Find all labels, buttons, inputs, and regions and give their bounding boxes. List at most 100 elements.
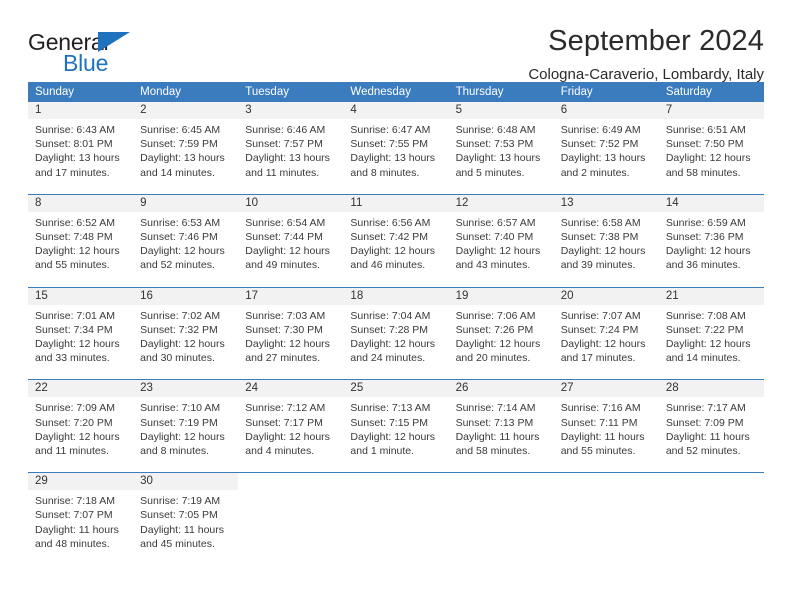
calendar-day-cell[interactable]: 21 Sunrise: 7:08 AM Sunset: 7:22 PM Dayligh… — [658, 287, 764, 374]
calendar-day-cell[interactable]: 28 Sunrise: 7:17 AM Sunset: 7:09 PM Dayligh… — [658, 380, 764, 467]
sunset-time: Sunset: 7:38 PM — [560, 231, 639, 244]
calendar-day-cell[interactable]: 10 Sunrise: 6:54 AM Sunset: 7:44 PM Dayligh… — [238, 194, 344, 281]
calendar-day-cell[interactable]: 30 Sunrise: 7:19 AM Sunset: 7:05 PM Dayligh… — [133, 473, 239, 560]
daylight-duration-line2: and 55 minutes. — [560, 445, 636, 458]
calendar-day-cell[interactable]: 24 Sunrise: 7:12 AM Sunset: 7:17 PM Dayligh… — [238, 380, 344, 467]
sunrise-time: Sunrise: 7:02 AM — [140, 309, 221, 322]
day-details: Sunrise: 7:19 AM Sunset: 7:05 PM Daylight:… — [133, 490, 238, 559]
daylight-duration-line2: and 43 minutes. — [455, 259, 531, 272]
day-number: 14 — [658, 194, 764, 212]
calendar-day-cell[interactable]: 9 Sunrise: 6:53 AM Sunset: 7:46 PM Daylight… — [133, 194, 239, 281]
daylight-duration-line2: and 58 minutes. — [455, 445, 531, 458]
calendar-day-cell[interactable]: 8 Sunrise: 6:52 AM Sunset: 7:48 PM Daylight… — [28, 194, 134, 281]
day-details: Sunrise: 7:07 AM Sunset: 7:24 PM Daylight:… — [554, 305, 659, 374]
daylight-duration-line1: Daylight: 12 hours — [245, 245, 330, 258]
calendar-day-cell[interactable]: 12 Sunrise: 6:57 AM Sunset: 7:40 PM Dayligh… — [448, 194, 554, 281]
day-number: 25 — [343, 380, 449, 398]
day-details: Sunrise: 7:18 AM Sunset: 7:07 PM Daylight:… — [28, 490, 133, 559]
sunrise-time: Sunrise: 6:45 AM — [140, 124, 221, 136]
daylight-duration-line1: Daylight: 12 hours — [665, 338, 751, 351]
calendar-day-cell[interactable]: 2 Sunrise: 6:45 AM Sunset: 7:59 PM Daylight… — [133, 102, 239, 188]
blue-triangle-flag-icon — [98, 32, 130, 52]
day-number: 2 — [133, 102, 239, 119]
sunset-time: Sunset: 7:28 PM — [350, 323, 429, 336]
calendar-day-cell[interactable]: 5 Sunrise: 6:48 AM Sunset: 7:53 PM Daylight… — [448, 102, 554, 188]
calendar-day-cell[interactable]: 13 Sunrise: 6:58 AM Sunset: 7:38 PM Dayligh… — [553, 194, 659, 281]
calendar-day-cell[interactable]: 20 Sunrise: 7:07 AM Sunset: 7:24 PM Dayligh… — [553, 287, 659, 374]
calendar-day-cell[interactable]: 4 Sunrise: 6:47 AM Sunset: 7:55 PM Daylight… — [343, 102, 449, 188]
day-details: Sunrise: 7:12 AM Sunset: 7:17 PM Daylight:… — [238, 397, 343, 466]
calendar-day-cell[interactable]: 1 Sunrise: 6:43 AM Sunset: 8:01 PM Daylight… — [28, 102, 134, 188]
daylight-duration-line2: and 58 minutes. — [665, 166, 741, 179]
day-details: Sunrise: 7:14 AM Sunset: 7:13 PM Daylight:… — [449, 397, 554, 466]
daylight-duration-line1: Daylight: 11 hours — [140, 523, 224, 536]
calendar-day-cell[interactable]: 3 Sunrise: 6:46 AM Sunset: 7:57 PM Daylight… — [238, 102, 344, 188]
sunset-time: Sunset: 7:59 PM — [140, 138, 218, 151]
day-details: Sunrise: 7:04 AM Sunset: 7:28 PM Daylight:… — [343, 305, 448, 374]
day-number: 1 — [28, 102, 134, 119]
daylight-duration-line1: Daylight: 12 hours — [665, 152, 751, 165]
calendar-day-cell[interactable]: 29 Sunrise: 7:18 AM Sunset: 7:07 PM Dayligh… — [28, 473, 134, 560]
calendar-day-cell[interactable]: 19 Sunrise: 7:06 AM Sunset: 7:26 PM Dayligh… — [448, 287, 554, 374]
calendar-day-cell[interactable]: 14 Sunrise: 6:59 AM Sunset: 7:36 PM Dayligh… — [658, 194, 764, 281]
day-number — [553, 473, 659, 491]
day-details: Sunrise: 6:59 AM Sunset: 7:36 PM Daylight:… — [659, 212, 764, 281]
calendar-day-cell[interactable]: 27 Sunrise: 7:16 AM Sunset: 7:11 PM Dayligh… — [553, 380, 659, 467]
daylight-duration-line2: and 36 minutes. — [665, 259, 741, 272]
day-details — [449, 490, 554, 548]
calendar-day-cell[interactable]: 7 Sunrise: 6:51 AM Sunset: 7:50 PM Daylight… — [658, 102, 764, 188]
calendar-day-cell[interactable]: 6 Sunrise: 6:49 AM Sunset: 7:52 PM Daylight… — [553, 102, 659, 188]
daylight-duration-line1: Daylight: 12 hours — [665, 245, 751, 258]
sunrise-time: Sunrise: 7:17 AM — [665, 402, 746, 415]
day-details: Sunrise: 6:49 AM Sunset: 7:52 PM Daylight:… — [554, 119, 659, 188]
daylight-duration-line2: and 55 minutes. — [35, 259, 110, 272]
sunset-time: Sunset: 7:15 PM — [350, 416, 429, 429]
weekday-header-sunday: Sunday — [35, 86, 75, 98]
sunrise-time: Sunrise: 6:47 AM — [350, 124, 431, 136]
day-number: 20 — [553, 287, 659, 305]
daylight-duration-line1: Daylight: 12 hours — [140, 338, 225, 351]
day-details — [343, 490, 448, 548]
calendar-page: General Blue September 2024 Cologna-Cara… — [0, 0, 792, 612]
calendar-day-cell[interactable]: 16 Sunrise: 7:02 AM Sunset: 7:32 PM Dayligh… — [133, 287, 239, 374]
sunrise-time: Sunrise: 6:52 AM — [35, 216, 115, 229]
sunset-time: Sunset: 7:05 PM — [140, 509, 218, 522]
sunrise-time: Sunrise: 6:59 AM — [665, 216, 746, 229]
weekday-header-monday: Monday — [140, 86, 182, 98]
general-blue-logo[interactable]: General Blue — [28, 24, 158, 80]
daylight-duration-line2: and 39 minutes. — [560, 259, 636, 272]
calendar-day-cell[interactable]: 18 Sunrise: 7:04 AM Sunset: 7:28 PM Dayligh… — [343, 287, 449, 374]
daylight-duration-line2: and 17 minutes. — [35, 166, 110, 179]
calendar-day-cell[interactable]: 22 Sunrise: 7:09 AM Sunset: 7:20 PM Dayligh… — [28, 380, 134, 467]
calendar-day-cell[interactable]: 15 Sunrise: 7:01 AM Sunset: 7:34 PM Dayligh… — [28, 287, 134, 374]
calendar-day-cell[interactable]: 25 Sunrise: 7:13 AM Sunset: 7:15 PM Dayligh… — [343, 380, 449, 467]
sunset-time: Sunset: 7:26 PM — [455, 323, 534, 336]
sunset-time: Sunset: 7:19 PM — [140, 416, 218, 429]
daylight-duration-line1: Daylight: 11 hours — [35, 523, 119, 536]
sunset-time: Sunset: 7:34 PM — [35, 323, 113, 336]
weekday-header-thursday: Thursday — [455, 86, 504, 98]
page-title: September 2024 — [548, 25, 764, 57]
day-number: 28 — [658, 380, 764, 398]
day-details: Sunrise: 6:56 AM Sunset: 7:42 PM Daylight:… — [343, 212, 448, 281]
daylight-duration-line2: and 17 minutes. — [560, 352, 636, 365]
day-number: 5 — [448, 102, 554, 119]
calendar-weeks: 1 Sunrise: 6:43 AM Sunset: 8:01 PM Daylight… — [28, 102, 764, 560]
day-number: 15 — [28, 287, 134, 305]
calendar-day-cell[interactable]: 23 Sunrise: 7:10 AM Sunset: 7:19 PM Dayligh… — [133, 380, 239, 467]
daylight-duration-line2: and 8 minutes. — [140, 445, 210, 458]
weekday-header-friday: Friday — [560, 86, 593, 98]
daylight-duration-line2: and 14 minutes. — [140, 166, 215, 179]
day-number: 18 — [343, 287, 449, 305]
sunrise-time: Sunrise: 6:54 AM — [245, 216, 326, 229]
sunset-time: Sunset: 7:46 PM — [140, 231, 218, 244]
calendar-day-cell[interactable]: 26 Sunrise: 7:14 AM Sunset: 7:13 PM Dayligh… — [448, 380, 554, 467]
calendar-day-cell[interactable]: 17 Sunrise: 7:03 AM Sunset: 7:30 PM Dayligh… — [238, 287, 344, 374]
day-details: Sunrise: 6:58 AM Sunset: 7:38 PM Daylight:… — [554, 212, 659, 281]
day-details — [659, 490, 764, 548]
day-number: 13 — [553, 194, 659, 212]
calendar-day-cell[interactable]: 11 Sunrise: 6:56 AM Sunset: 7:42 PM Dayligh… — [343, 194, 449, 281]
calendar-day-cell-empty — [553, 473, 659, 560]
day-number: 30 — [133, 473, 239, 491]
daylight-duration-line1: Daylight: 12 hours — [350, 430, 436, 443]
